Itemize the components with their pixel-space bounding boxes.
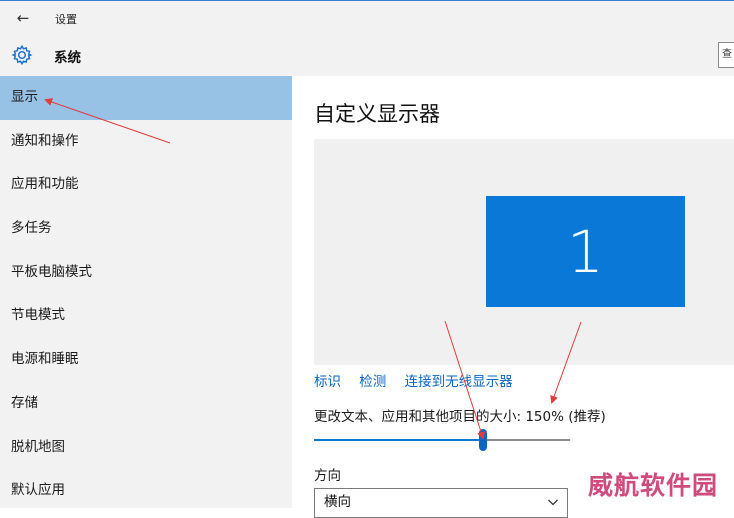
display-links: 标识 检测 连接到无线显示器 xyxy=(314,370,527,390)
scale-label: 更改文本、应用和其他项目的大小: 150% (推荐) xyxy=(314,409,606,425)
identify-link[interactable]: 标识 xyxy=(314,374,341,390)
sidebar-item-offline-maps[interactable]: 脱机地图 xyxy=(0,426,292,470)
slider-thumb[interactable] xyxy=(479,429,487,451)
scale-slider[interactable] xyxy=(314,428,570,454)
sidebar: 显示 通知和操作 应用和功能 多任务 平板电脑模式 节电模式 电源和睡眠 存储 … xyxy=(0,76,292,508)
sidebar-item-display[interactable]: 显示 xyxy=(0,76,292,120)
monitor-tile[interactable]: 1 xyxy=(486,196,685,307)
sidebar-item-default-apps[interactable]: 默认应用 xyxy=(0,469,292,513)
orientation-label: 方向 xyxy=(314,468,341,484)
search-box[interactable]: 查 xyxy=(718,42,734,68)
detect-link[interactable]: 检测 xyxy=(359,374,386,390)
sidebar-item-battery-saver[interactable]: 节电模式 xyxy=(0,294,292,338)
title-bar: ← 设置 xyxy=(0,0,734,36)
page-title: 自定义显示器 xyxy=(314,102,440,126)
connect-wireless-link[interactable]: 连接到无线显示器 xyxy=(405,374,513,390)
chevron-down-icon xyxy=(548,499,558,506)
watermark: 威航软件园 xyxy=(588,471,719,500)
slider-track-rest xyxy=(483,439,570,441)
window-title: 设置 xyxy=(55,13,77,26)
orientation-dropdown[interactable]: 横向 xyxy=(314,488,568,518)
sidebar-item-apps[interactable]: 应用和功能 xyxy=(0,163,292,207)
arrow-left-icon: ← xyxy=(16,9,30,27)
sidebar-item-tablet-mode[interactable]: 平板电脑模式 xyxy=(0,251,292,295)
sidebar-item-notifications[interactable]: 通知和操作 xyxy=(0,120,292,164)
gear-icon xyxy=(11,44,33,66)
display-preview: 1 xyxy=(314,139,734,365)
section-title: 系统 xyxy=(54,50,81,66)
sidebar-item-multitasking[interactable]: 多任务 xyxy=(0,207,292,251)
section-header: 系统 查 xyxy=(0,36,734,76)
main-content: 自定义显示器 1 标识 检测 连接到无线显示器 更改文本、应用和其他项目的大小:… xyxy=(292,76,734,518)
sidebar-item-power-sleep[interactable]: 电源和睡眠 xyxy=(0,338,292,382)
sidebar-item-storage[interactable]: 存储 xyxy=(0,382,292,426)
slider-track-fill xyxy=(314,439,483,441)
back-button[interactable]: ← xyxy=(12,7,34,29)
